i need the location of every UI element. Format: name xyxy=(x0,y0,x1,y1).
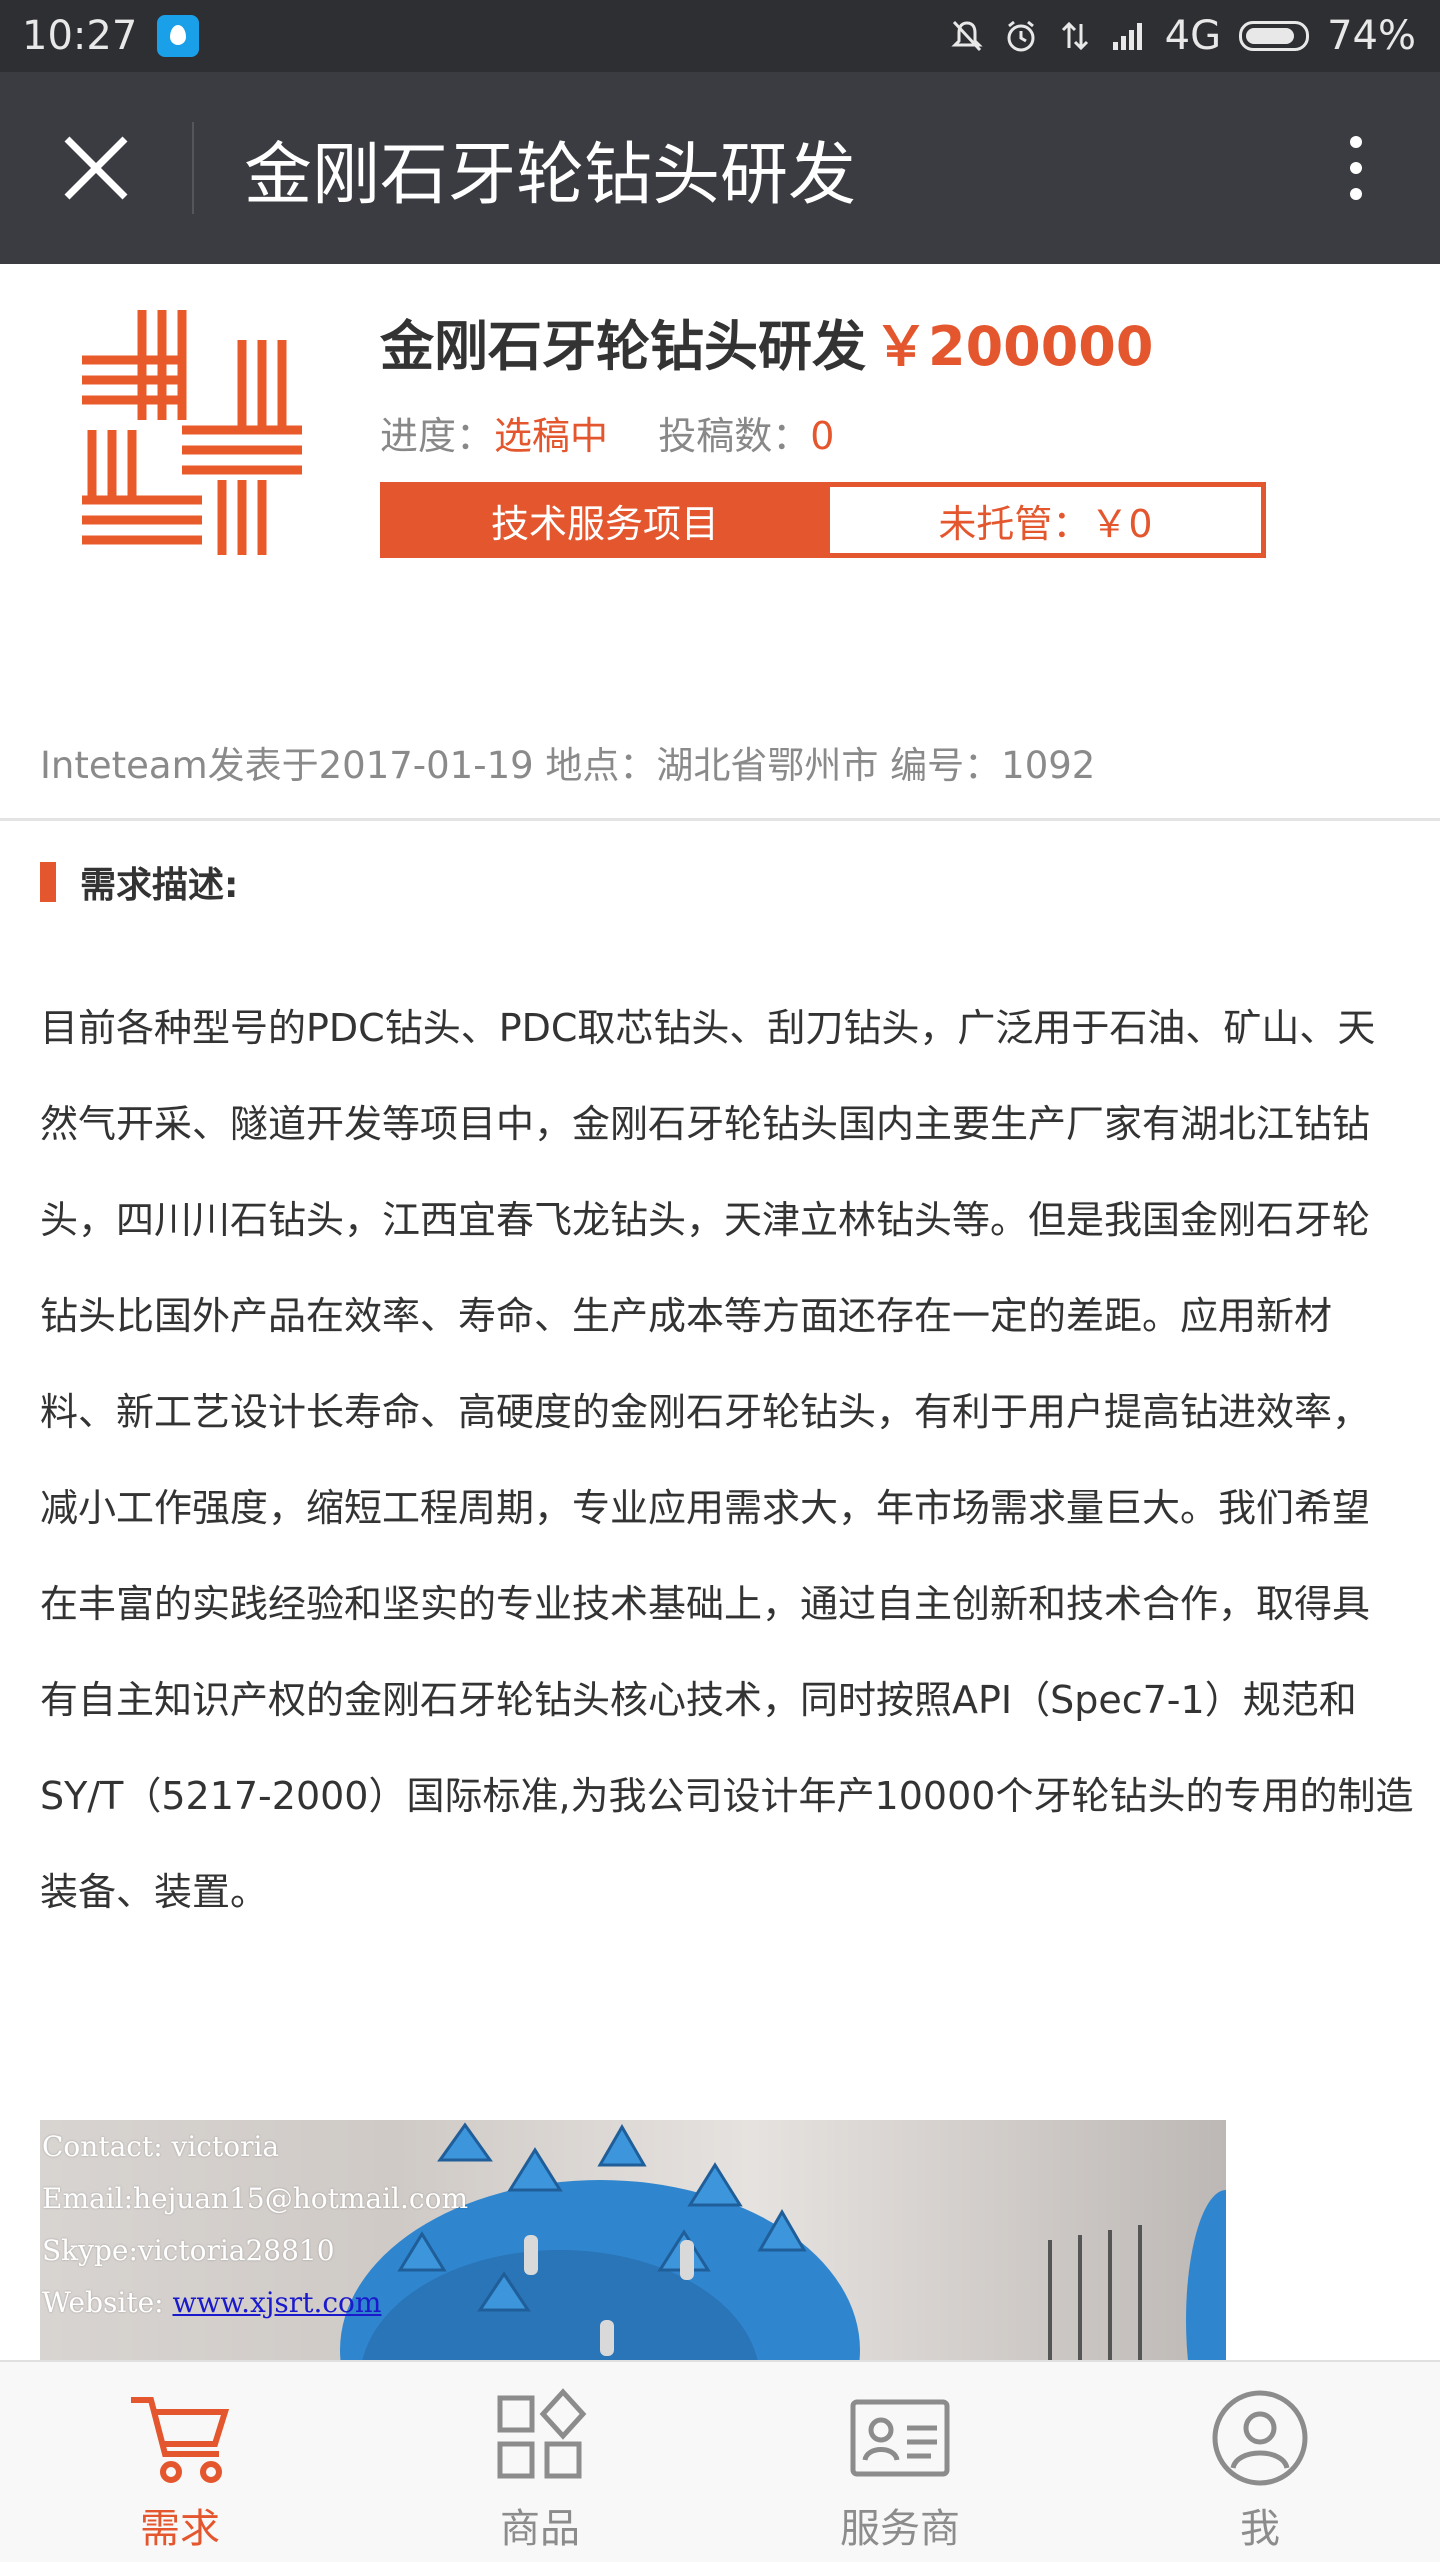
alarm-icon xyxy=(1007,20,1035,52)
progress-value: 选稿中 xyxy=(494,414,609,458)
submissions-label: 投稿数： xyxy=(658,414,811,458)
project-logo xyxy=(82,310,302,555)
close-icon xyxy=(64,136,128,200)
section-header: 需求描述: xyxy=(40,856,238,908)
section-marker xyxy=(40,862,56,902)
mute-bell-icon xyxy=(951,20,983,52)
image-skype: Skype:victoria28810 xyxy=(42,2234,335,2267)
project-price: ￥200000 xyxy=(874,315,1154,378)
nav-item-providers[interactable]: 服务商 xyxy=(720,2362,1080,2562)
image-website-line: Website: www.xjsrt.com xyxy=(42,2286,382,2319)
title-divider xyxy=(192,122,194,214)
product-image[interactable]: Contact: victoria Email:hejuan15@hotmail… xyxy=(40,2120,1226,2360)
tag-escrow-status: 未托管：￥0 xyxy=(825,487,1261,553)
bottom-nav: 需求 商品 服务商 我 xyxy=(0,2360,1440,2562)
nav-label-demand: 需求 xyxy=(140,2506,220,2552)
status-time: 10:27 xyxy=(22,13,138,59)
progress-label: 进度： xyxy=(380,414,495,458)
project-meta: 进度：选稿中 投稿数：0 xyxy=(380,405,834,460)
image-email: Email:hejuan15@hotmail.com xyxy=(42,2182,468,2215)
battery-icon xyxy=(1239,21,1310,51)
image-contact: Contact: victoria xyxy=(42,2130,280,2163)
grid-icon xyxy=(497,2388,587,2479)
project-title: 金刚石牙轮钻头研发 xyxy=(380,315,866,378)
status-bar: 10:27 4G 74% xyxy=(0,0,1440,72)
more-dots-icon xyxy=(1350,136,1362,148)
nav-item-demand[interactable]: 需求 xyxy=(0,2362,360,2562)
data-transfer-icon xyxy=(1061,21,1088,51)
project-tags: 技术服务项目 未托管：￥0 xyxy=(380,482,1266,558)
title-bar: 金刚石牙轮钻头研发 xyxy=(0,72,1440,264)
app-notification-icon xyxy=(157,15,200,57)
image-website-link[interactable]: www.xjsrt.com xyxy=(172,2286,381,2319)
divider xyxy=(0,818,1440,821)
nav-label-providers: 服务商 xyxy=(840,2506,960,2552)
submissions-value: 0 xyxy=(810,414,835,458)
more-menu-button[interactable] xyxy=(1296,72,1416,264)
nav-label-goods: 商品 xyxy=(500,2506,580,2552)
page-title: 金刚石牙轮钻头研发 xyxy=(244,135,857,215)
nav-item-me[interactable]: 我 xyxy=(1080,2362,1440,2562)
user-icon xyxy=(1212,2390,1308,2486)
network-type: 4G xyxy=(1164,13,1222,59)
section-title: 需求描述: xyxy=(80,865,239,906)
project-title-line: 金刚石牙轮钻头研发 ￥200000 xyxy=(380,302,1153,381)
nav-label-me: 我 xyxy=(1240,2506,1280,2552)
tag-project-type: 技术服务项目 xyxy=(385,487,825,553)
close-button[interactable] xyxy=(0,72,192,264)
battery-percent: 74% xyxy=(1327,13,1416,59)
description-text: 目前各种型号的PDC钻头、PDC取芯钻头、刮刀钻头，广泛用于石油、矿山、天 然气… xyxy=(40,1006,1414,1914)
signal-icon xyxy=(1112,23,1142,50)
status-indicators: 4G 74% xyxy=(949,13,1416,59)
cart-icon xyxy=(131,2397,230,2483)
project-info: Inteteam发表于2017-01-19 地点：湖北省鄂州市 编号：1092 xyxy=(40,744,1096,787)
id-card-icon xyxy=(850,2399,950,2477)
nav-item-goods[interactable]: 商品 xyxy=(360,2362,720,2562)
